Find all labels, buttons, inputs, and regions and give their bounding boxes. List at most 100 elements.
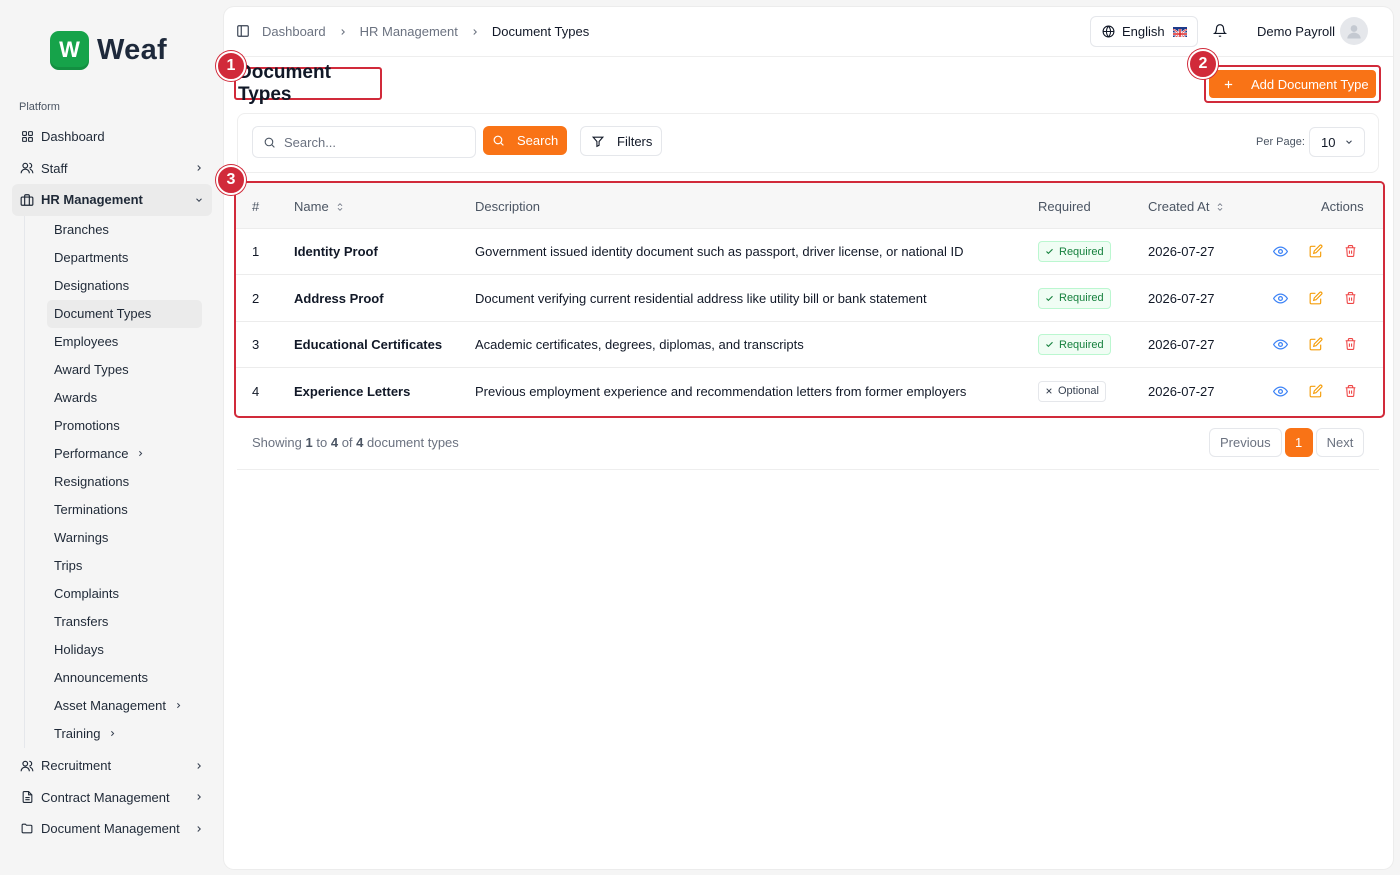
folder-icon (20, 822, 34, 836)
eye-icon[interactable] (1273, 291, 1288, 306)
eye-icon[interactable] (1273, 384, 1288, 399)
column-name[interactable]: Name (294, 199, 345, 214)
sidebar-item-label: Announcements (54, 670, 148, 686)
sidebar-item-label: Transfers (54, 614, 109, 630)
globe-icon (1102, 25, 1115, 38)
per-page-select[interactable]: 10 (1309, 127, 1365, 157)
add-document-type-button[interactable]: Add Document Type (1209, 70, 1376, 98)
sidebar-toggle-icon[interactable] (236, 24, 250, 41)
previous-button[interactable]: Previous (1209, 428, 1282, 457)
search-icon (263, 136, 276, 149)
breadcrumb-current: Document Types (491, 24, 590, 39)
per-page-label: Per Page: (1256, 136, 1305, 148)
breadcrumb-hr-management[interactable]: HR Management (360, 24, 458, 39)
sidebar-item-hr-management[interactable]: HR Management (12, 184, 212, 216)
row-index: 4 (252, 383, 260, 399)
sidebar-item-label: Staff (41, 160, 68, 176)
sidebar-item-complaints[interactable]: Complaints (47, 580, 202, 608)
showing-word: Showing (252, 435, 302, 450)
row-description: Government issued identity document such… (475, 244, 964, 259)
pagination-summary: Showing 1 to 4 of 4 document types (252, 435, 459, 450)
page-number-current[interactable]: 1 (1284, 428, 1313, 457)
row-created-at: 2026-07-27 (1148, 383, 1215, 399)
sidebar-item-asset-management[interactable]: Asset Management (47, 692, 202, 720)
sidebar-item-contract-management[interactable]: Contract Management (12, 781, 212, 813)
summary-suffix: document types (367, 435, 459, 450)
search-button[interactable]: Search (483, 126, 567, 155)
edit-icon[interactable] (1309, 384, 1323, 398)
sidebar-item-label: Dashboard (41, 129, 105, 145)
sidebar-item-promotions[interactable]: Promotions (47, 412, 202, 440)
sidebar-item-awards[interactable]: Awards (47, 384, 202, 412)
row-index: 2 (252, 290, 260, 306)
sidebar-item-designations[interactable]: Designations (47, 272, 202, 300)
sidebar-item-performance[interactable]: Performance (47, 440, 202, 468)
avatar[interactable] (1340, 17, 1368, 45)
row-name: Identity Proof (294, 244, 378, 259)
eye-icon[interactable] (1273, 337, 1288, 352)
sidebar-item-label: Asset Management (54, 698, 167, 714)
sidebar-item-training[interactable]: Training (47, 720, 202, 748)
status-badge: Required (1038, 287, 1111, 309)
sort-icon (335, 201, 345, 213)
sidebar-item-label: Complaints (54, 586, 120, 602)
row-description: Academic certificates, degrees, diplomas… (475, 337, 804, 352)
sidebar-item-transfers[interactable]: Transfers (47, 608, 202, 636)
trash-icon[interactable] (1344, 384, 1357, 398)
sidebar-item-warnings[interactable]: Warnings (47, 524, 202, 552)
eye-icon[interactable] (1273, 244, 1288, 259)
sidebar-item-resignations[interactable]: Resignations (47, 468, 202, 496)
sidebar-nav: Dashboard Staff HR Management Branches D… (12, 121, 212, 845)
row-description: Document verifying current residential a… (475, 290, 927, 306)
sidebar-item-terminations[interactable]: Terminations (47, 496, 202, 524)
sidebar-item-document-management[interactable]: Document Management (12, 813, 212, 845)
trash-icon[interactable] (1344, 337, 1357, 351)
sidebar-item-holidays[interactable]: Holidays (47, 636, 202, 664)
close-icon (1045, 387, 1053, 395)
trash-icon[interactable] (1344, 244, 1357, 258)
trash-icon[interactable] (1344, 291, 1357, 305)
bell-icon[interactable] (1212, 23, 1228, 41)
user-name[interactable]: Demo Payroll (1257, 24, 1335, 39)
sidebar-item-trips[interactable]: Trips (47, 552, 202, 580)
search-input[interactable] (284, 134, 454, 150)
sidebar-item-label: Terminations (54, 502, 128, 518)
edit-icon[interactable] (1309, 291, 1323, 305)
sidebar-item-employees[interactable]: Employees (47, 328, 202, 356)
sidebar-item-announcements[interactable]: Announcements (47, 664, 202, 692)
filter-icon (591, 135, 605, 148)
sidebar-item-label: Award Types (54, 362, 129, 378)
filters-button[interactable]: Filters (580, 126, 662, 156)
next-button[interactable]: Next (1315, 428, 1365, 457)
sidebar-item-departments[interactable]: Departments (47, 244, 202, 272)
sidebar-item-staff[interactable]: Staff (12, 153, 212, 185)
check-icon (1045, 294, 1054, 303)
filters-button-label: Filters (617, 133, 653, 149)
range-total: 4 (356, 435, 364, 450)
sidebar-item-label: Designations (54, 278, 130, 294)
edit-icon[interactable] (1309, 244, 1323, 258)
status-label: Required (1059, 245, 1104, 258)
sidebar-item-dashboard[interactable]: Dashboard (12, 121, 212, 153)
range-to: 4 (330, 435, 339, 450)
column-created-at[interactable]: Created At (1148, 199, 1225, 214)
sidebar-item-recruitment[interactable]: Recruitment (12, 750, 212, 782)
logo-text: Weaf (97, 33, 167, 66)
breadcrumb-dashboard[interactable]: Dashboard (262, 24, 326, 39)
grid-icon (20, 130, 34, 144)
page-title: Document Types (234, 62, 382, 105)
sidebar: W Weaf Platform Dashboard Staff HR Manag… (0, 0, 222, 875)
edit-icon[interactable] (1309, 337, 1323, 351)
check-icon (1045, 340, 1054, 349)
sidebar-item-document-types[interactable]: Document Types (47, 299, 202, 328)
sidebar-item-label: Warnings (54, 530, 109, 546)
to-word: to (316, 435, 328, 450)
sort-icon (1215, 201, 1225, 213)
language-selector[interactable]: English (1090, 16, 1198, 47)
sidebar-item-award-types[interactable]: Award Types (47, 356, 202, 384)
table-header: # Name Description Required Created At A… (236, 183, 1383, 229)
logo[interactable]: W Weaf (50, 30, 167, 70)
search-field[interactable] (252, 126, 476, 158)
annotation-marker-2: 2 (1188, 49, 1218, 79)
sidebar-item-branches[interactable]: Branches (47, 216, 202, 244)
